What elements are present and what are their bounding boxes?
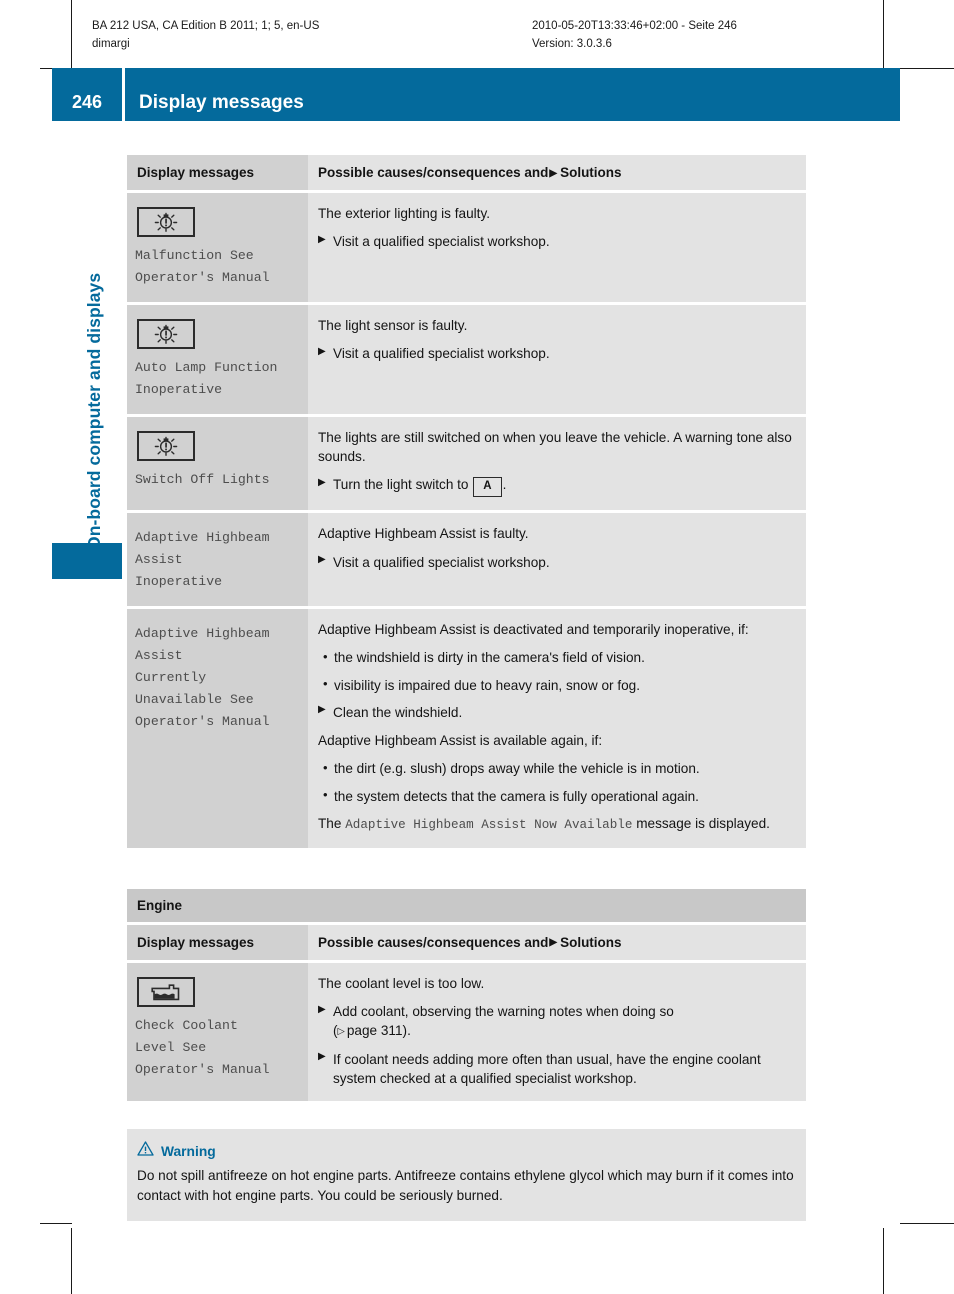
- warning-box: Warning Do not spill antifreeze on hot e…: [127, 1129, 806, 1221]
- page-reference-icon: ▷: [337, 1026, 345, 1038]
- display-message-text: Switch Off Lights: [135, 471, 270, 487]
- display-message-cell: Auto Lamp Function Inoperative: [127, 301, 308, 414]
- cause-text: The coolant level is too low.: [318, 975, 485, 991]
- solutions-arrow-icon: ▶: [549, 937, 558, 949]
- page-number: 246: [52, 68, 122, 121]
- bullet-item: the windshield is dirty in the camera's …: [318, 648, 792, 667]
- bullet-item: visibility is impaired due to heavy rain…: [318, 675, 792, 695]
- solution-step: Visit a qualified specialist workshop.: [318, 232, 792, 251]
- light-switch-auto-key: A: [473, 476, 502, 498]
- running-head-right-line2: Version: 3.0.3.6: [532, 37, 612, 50]
- lamp-malfunction-icon: [137, 430, 195, 461]
- table-header-row: Display messages Possible causes/consequ…: [127, 155, 806, 190]
- table-row: Check Coolant Level See Operator's Manua…: [127, 959, 806, 1102]
- table-header-row: Display messages Possible causes/consequ…: [127, 924, 806, 960]
- cause-text: The exterior lighting is faulty.: [318, 206, 491, 221]
- page-content: Display messages Possible causes/consequ…: [127, 155, 806, 1221]
- solution-step: Add coolant, observing the warning notes…: [318, 1002, 792, 1041]
- running-head-right-line1: 2010-05-20T13:33:46+02:00 - Seite 246: [532, 20, 737, 32]
- warning-header: Warning: [137, 1141, 794, 1161]
- column-header-causes-solutions: Possible causes/consequences and▶ Solutio…: [308, 924, 806, 960]
- cause-text: Adaptive Highbeam Assist is deactivated …: [318, 621, 749, 637]
- crop-mark-top-left-vertical: [71, 0, 72, 68]
- final-note: The Adaptive Highbeam Assist Now Availab…: [318, 814, 792, 835]
- cause-text: The light sensor is faulty.: [318, 317, 468, 333]
- page-banner: 246 Display messages: [52, 68, 900, 121]
- solution-step: Clean the windshield.: [318, 703, 792, 722]
- final-note-suffix: message is displayed.: [636, 816, 770, 832]
- column-header-solutions-text: Solutions: [560, 934, 622, 950]
- solutions-arrow-icon: ▶: [549, 167, 558, 179]
- final-note-prefix: The: [318, 816, 342, 832]
- column-header-causes-text: Possible causes/consequences and: [318, 934, 549, 950]
- coolant-level-icon: [137, 976, 195, 1007]
- warning-triangle-icon: [137, 1141, 154, 1161]
- cause-solution-cell: Adaptive Highbeam Assist is faulty. Visi…: [308, 510, 806, 606]
- display-messages-table-engine: Display messages Possible causes/consequ…: [127, 924, 806, 1102]
- crop-mark-top-right-horizontal: [900, 68, 954, 69]
- column-header-causes-solutions: Possible causes/consequences and▶ Solutio…: [308, 155, 806, 190]
- section-heading-engine: Engine: [127, 888, 806, 922]
- table-row: Adaptive Highbeam Assist Inoperative Ada…: [127, 510, 806, 606]
- inline-display-message: Adaptive Highbeam Assist Now Available: [345, 818, 633, 833]
- solution-step: If coolant needs adding more often than …: [318, 1050, 792, 1089]
- page-reference-close: ).: [402, 1023, 411, 1039]
- cause-text: Adaptive Highbeam Assist is faulty.: [318, 526, 529, 542]
- crop-mark-bottom-left-vertical: [71, 1228, 72, 1294]
- bullet-item: the dirt (e.g. slush) drops away while t…: [318, 759, 792, 778]
- table-row: Malfunction See Operator's Manual The ex…: [127, 190, 806, 302]
- display-message-cell: Check Coolant Level See Operator's Manua…: [127, 959, 308, 1102]
- table-row: Adaptive Highbeam Assist Currently Unava…: [127, 605, 806, 848]
- display-message-cell: Switch Off Lights: [127, 413, 308, 511]
- display-message-cell: Adaptive Highbeam Assist Inoperative: [127, 510, 308, 606]
- solution-step: Visit a qualified specialist workshop.: [318, 344, 792, 363]
- running-head-left-line1: BA 212 USA, CA Edition B 2011; 1; 5, en-…: [92, 20, 320, 32]
- cause-solution-cell: Adaptive Highbeam Assist is deactivated …: [308, 605, 806, 848]
- lamp-malfunction-icon: [137, 207, 195, 237]
- warning-body: Do not spill antifreeze on hot engine pa…: [137, 1168, 794, 1204]
- column-header-display-messages: Display messages: [127, 155, 308, 190]
- bullet-item: the system detects that the camera is fu…: [318, 786, 792, 806]
- display-message-text: Adaptive Highbeam Assist Currently Unava…: [135, 625, 270, 729]
- solution-step-suffix: .: [502, 477, 507, 493]
- display-message-cell: Adaptive Highbeam Assist Currently Unava…: [127, 605, 308, 848]
- lamp-malfunction-icon: [137, 318, 195, 349]
- running-head-left-line2: dimargi: [92, 37, 130, 50]
- display-message-text: Check Coolant Level See Operator's Manua…: [135, 1017, 270, 1077]
- cause-solution-cell: The exterior lighting is faulty. Visit a…: [308, 190, 806, 302]
- display-message-cell: Malfunction See Operator's Manual: [127, 190, 308, 302]
- cause-text: The lights are still switched on when yo…: [318, 429, 792, 464]
- table-row: Switch Off Lights The lights are still s…: [127, 413, 806, 511]
- display-message-text: Adaptive Highbeam Assist Inoperative: [135, 530, 270, 590]
- column-header-display-messages: Display messages: [127, 924, 308, 960]
- page-reference-text: page 311: [346, 1023, 403, 1039]
- solution-step-line1: Add coolant, observing the warning notes…: [333, 1004, 674, 1020]
- display-messages-table-lighting: Display messages Possible causes/consequ…: [127, 155, 806, 848]
- crop-mark-bottom-left-horizontal: [40, 1223, 72, 1224]
- table-row: Auto Lamp Function Inoperative The light…: [127, 301, 806, 414]
- column-header-causes-text: Possible causes/consequences and: [318, 165, 549, 180]
- column-header-solutions-text: Solutions: [560, 165, 622, 180]
- warning-title: Warning: [161, 1143, 216, 1159]
- cause-solution-cell: The coolant level is too low. Add coolan…: [308, 959, 806, 1102]
- solution-step-prefix: Turn the light switch to: [333, 477, 469, 493]
- solution-step: Turn the light switch to A.: [318, 475, 792, 498]
- cause-text-2: Adaptive Highbeam Assist is available ag…: [318, 733, 603, 749]
- crop-mark-top-right-vertical: [883, 0, 884, 68]
- chapter-label: On-board computer and displays: [84, 272, 104, 550]
- running-head-right: 2010-05-20T13:33:46+02:00 - Seite 246 Ve…: [532, 18, 737, 54]
- crop-mark-bottom-right-horizontal: [900, 1223, 954, 1224]
- running-head-left: BA 212 USA, CA Edition B 2011; 1; 5, en-…: [92, 18, 319, 54]
- cause-solution-cell: The light sensor is faulty. Visit a qual…: [308, 301, 806, 414]
- chapter-tab-marker: [52, 543, 122, 579]
- display-message-text: Auto Lamp Function Inoperative: [135, 359, 278, 397]
- cause-solution-cell: The lights are still switched on when yo…: [308, 413, 806, 511]
- display-message-text: Malfunction See Operator's Manual: [135, 248, 270, 285]
- solution-step: Visit a qualified specialist workshop.: [318, 553, 792, 572]
- crop-mark-bottom-right-vertical: [883, 1228, 884, 1294]
- page-title: Display messages: [125, 68, 900, 121]
